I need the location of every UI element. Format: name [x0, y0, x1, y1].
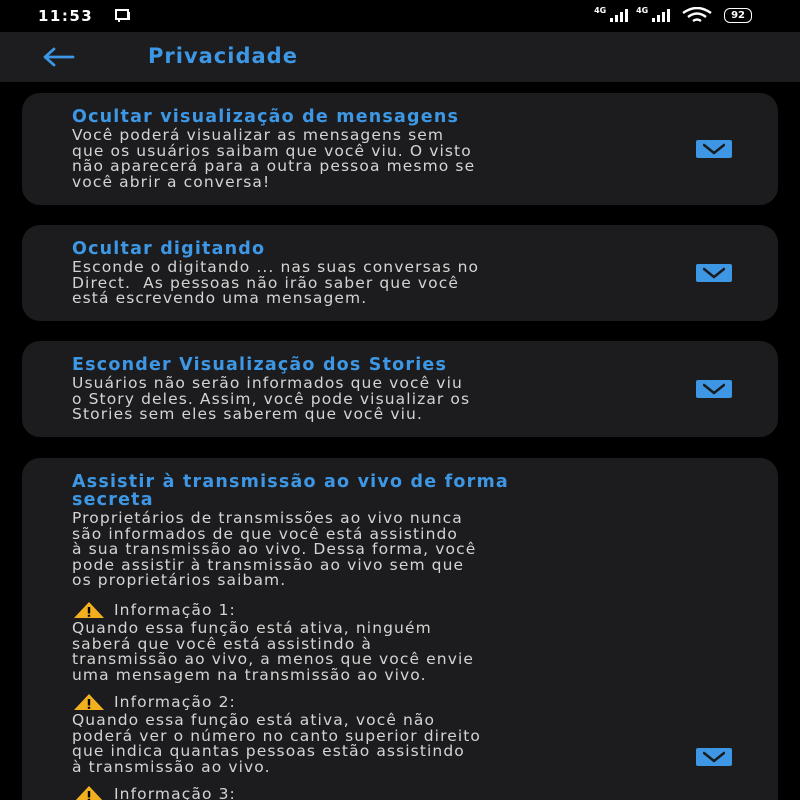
setting-title-line2: secreta: [72, 490, 154, 510]
page-title: Privacidade: [148, 44, 298, 68]
checkmark-icon: [703, 383, 725, 395]
setting-title: Esconder Visualização dos Stories: [72, 355, 448, 375]
app-bar: Privacidade: [0, 32, 800, 82]
signal-icon: 4G: [594, 6, 629, 22]
hide-message-seen-checkbox[interactable]: [696, 140, 732, 158]
wifi-icon: [682, 7, 712, 22]
hide-story-view-checkbox[interactable]: [696, 380, 732, 398]
info-3-label: Informação 3:: [114, 785, 236, 800]
setting-card-secret-live[interactable]: Assistir à transmissão ao vivo de forma …: [22, 458, 778, 800]
info-2-heading: Informação 2:: [72, 693, 236, 711]
setting-card-hide-typing[interactable]: Ocultar digitando Esconde o digitando ..…: [22, 225, 778, 321]
status-bar: 11:53 4G 4G 92: [0, 0, 800, 32]
network-type-1: 4G: [594, 6, 607, 15]
hide-typing-checkbox[interactable]: [696, 264, 732, 282]
warning-triangle-icon: [75, 786, 103, 800]
warning-triangle-icon: [74, 602, 104, 618]
info-3-heading: Informação 3:: [72, 785, 236, 800]
info-1-text: Quando essa função está ativa, ninguém s…: [72, 619, 475, 684]
battery-indicator: 92: [724, 7, 752, 23]
setting-title: Assistir à transmissão ao vivo de forma: [72, 472, 509, 492]
notification-icon: [115, 9, 130, 22]
back-button[interactable]: [36, 40, 80, 74]
setting-title: Ocultar digitando: [72, 239, 266, 259]
warning-triangle-icon: [74, 694, 104, 710]
settings-list[interactable]: Ocultar visualização de mensagens Você p…: [0, 82, 800, 800]
setting-description: Proprietários de transmissões ao vivo nu…: [72, 509, 477, 589]
setting-card-hide-message-seen[interactable]: Ocultar visualização de mensagens Você p…: [22, 93, 778, 205]
info-2-text: Quando essa função está ativa, você não …: [72, 711, 482, 776]
setting-description: Esconde o digitando ... nas suas convers…: [72, 258, 480, 307]
checkmark-icon: [703, 267, 725, 279]
signal-icon: 4G: [636, 6, 671, 22]
status-time: 11:53: [38, 7, 94, 25]
arrow-left-icon: [43, 47, 75, 67]
info-1-label: Informação 1:: [114, 601, 236, 619]
network-type-2: 4G: [636, 6, 649, 15]
setting-description: Você poderá visualizar as mensagens sem …: [72, 126, 476, 191]
setting-card-hide-story-view[interactable]: Esconder Visualização dos Stories Usuári…: [22, 341, 778, 437]
info-1-heading: Informação 1:: [72, 601, 236, 619]
info-2-label: Informação 2:: [114, 693, 236, 711]
checkmark-icon: [703, 143, 725, 155]
setting-title: Ocultar visualização de mensagens: [72, 107, 460, 127]
status-indicators: 4G 4G 92: [594, 6, 752, 23]
checkmark-icon: [703, 751, 725, 763]
secret-live-checkbox[interactable]: [696, 748, 732, 766]
setting-description: Usuários não serão informados que você v…: [72, 374, 471, 423]
